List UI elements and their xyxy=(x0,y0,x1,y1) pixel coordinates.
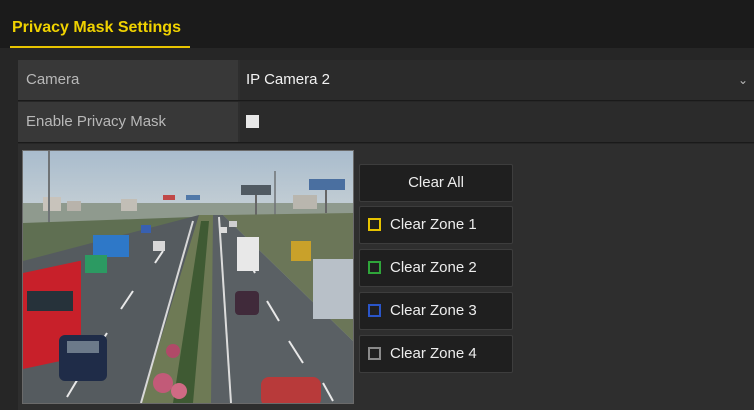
clear-zone-2-label: Clear Zone 2 xyxy=(390,259,477,276)
clear-zone-1-label: Clear Zone 1 xyxy=(390,216,477,233)
chevron-down-icon[interactable]: ⌄ xyxy=(738,60,748,100)
zone-3-color-icon xyxy=(368,304,381,317)
clear-all-button[interactable]: Clear All xyxy=(359,164,513,202)
enable-privacy-mask-label: Enable Privacy Mask xyxy=(18,102,238,142)
enable-privacy-mask-checkbox[interactable] xyxy=(246,115,259,128)
mask-editor-area: Clear All Clear Zone 1 Clear Zone 2 Clea… xyxy=(18,144,754,410)
zone-1-color-icon xyxy=(368,218,381,231)
enable-privacy-mask-row: Enable Privacy Mask xyxy=(18,102,754,143)
clear-zone-4-label: Clear Zone 4 xyxy=(390,345,477,362)
camera-select[interactable]: IP Camera 2 ⌄ xyxy=(240,60,754,100)
clear-zone-3-button[interactable]: Clear Zone 3 xyxy=(359,292,513,330)
privacy-mask-settings-page: Privacy Mask Settings Camera IP Camera 2… xyxy=(0,0,754,410)
clear-zone-1-button[interactable]: Clear Zone 1 xyxy=(359,206,513,244)
clear-zone-2-button[interactable]: Clear Zone 2 xyxy=(359,249,513,287)
camera-preview-image xyxy=(23,151,353,403)
zone-2-color-icon xyxy=(368,261,381,274)
zone-4-color-icon xyxy=(368,347,381,360)
tab-privacy-mask-settings[interactable]: Privacy Mask Settings xyxy=(10,14,190,48)
clear-zone-4-button[interactable]: Clear Zone 4 xyxy=(359,335,513,373)
title-bar: Privacy Mask Settings xyxy=(0,0,754,48)
enable-privacy-mask-cell xyxy=(240,102,754,142)
clear-zone-3-label: Clear Zone 3 xyxy=(390,302,477,319)
camera-row: Camera IP Camera 2 ⌄ xyxy=(18,60,754,101)
clear-all-label: Clear All xyxy=(408,174,464,191)
camera-select-value: IP Camera 2 xyxy=(246,71,330,88)
camera-preview[interactable] xyxy=(22,150,354,404)
camera-label: Camera xyxy=(18,60,238,100)
